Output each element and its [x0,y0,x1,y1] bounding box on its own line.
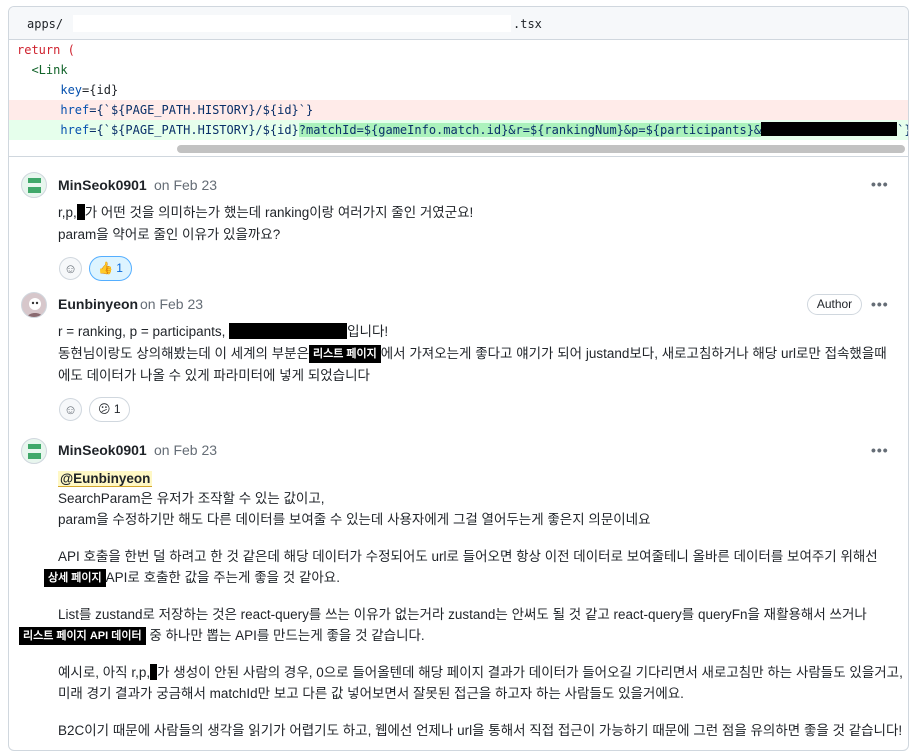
comment-body-line: 에도 데이터가 나올 수 있게 파라미터에 넣게 되었습니다 [58,368,370,383]
comment-author[interactable]: MinSeok0901 [58,442,147,458]
code-attr: href [60,123,90,137]
add-reaction-icon[interactable]: ☺ [59,398,82,421]
more-options-icon[interactable]: ••• [871,442,889,458]
redacted-block [229,323,348,339]
code-line: key={id} [9,80,908,100]
reaction-confused[interactable]: 😕 1 [89,397,130,422]
comment-body-line: API 호출을 한번 덜 하려고 한 것 같은데 해당 데이터가 수정되어도 u… [58,549,878,564]
divider [9,156,908,157]
avatar[interactable] [21,292,47,318]
comment-body-line: @Eunbinyeon [58,468,153,490]
code-line: return ( [9,40,908,60]
reaction-thumbs-up[interactable]: 👍 1 [89,256,132,281]
comment-body-line: 예시로, 아직 r,p, 가 생성이 안된 사람의 경우, 0으로 들어올텐데 해… [58,664,903,680]
comment-body-line: r = ranking, p = participants, 입니다! [58,323,389,339]
avatar[interactable] [21,172,47,198]
code-text: ={id} [82,83,119,97]
comment-body-line: List를 zustand로 저장하는 것은 react-query를 쓰는 이… [58,607,867,622]
user-mention[interactable]: @Eunbinyeon [58,471,153,487]
code-attr: key [60,83,83,97]
file-header: apps/ .tsx [9,7,908,40]
more-options-icon[interactable]: ••• [871,296,889,312]
reaction-count: 1 [116,261,123,275]
comment-body-line: r,p, 가 어떤 것을 의미하는가 했는데 ranking이랑 여러가지 줄인 … [58,204,474,220]
comment-body-line: SearchParam은 유저가 조작할 수 있는 값이고, [58,491,325,506]
file-path-redacted [73,15,511,32]
code-line: <Link [9,60,908,80]
code-text: return ( [17,43,75,57]
comment-body-line: 리스트 페이지 API 데이터 중 하나만 뽑는 API를 만드는게 좋을 것 … [19,625,425,647]
code-text: ={`${PAGE_PATH.HISTORY}/${id} [89,123,299,137]
avatar[interactable] [21,438,47,464]
code-added-text: ?matchId=${gameInfo.match.id}&r=${rankin… [298,123,762,137]
comment-body-line: 미래 경기 결과가 궁금해서 matchId만 보고 다른 값 넣어보면서 잘못… [58,686,684,701]
comment-date[interactable]: on Feb 23 [154,177,217,193]
code-text: <Link [17,63,68,77]
label-chip: 리스트 페이지 [308,345,381,363]
redacted-block [76,204,85,220]
redacted-block [761,122,898,136]
file-path-suffix[interactable]: .tsx [513,17,542,31]
comment-author[interactable]: Eunbinyeon [58,296,138,312]
horizontal-scrollbar[interactable] [177,145,905,153]
reaction-count: 1 [113,402,121,416]
review-thread-panel: apps/ .tsx return ( <Link key={id} href=… [8,6,909,751]
author-badge: Author [807,294,862,315]
label-chip: 리스트 페이지 API 데이터 [19,627,146,645]
comment-body-line: 동현님이랑도 상의해봤는데 이 세계의 부분은 리스트 페이지 에서 가져오는게 좋… [58,345,887,363]
code-attr: href [60,103,90,117]
more-options-icon[interactable]: ••• [871,176,889,192]
comment-author[interactable]: MinSeok0901 [58,177,147,193]
code-line-added: href={`${PAGE_PATH.HISTORY}/${id}?matchI… [9,120,908,140]
label-chip: 상세 페이지 [44,569,106,587]
comment-body-line: 상세 페이지 API로 호출한 값을 주는게 좋을 것 같아요. [44,567,340,589]
code-text: ={`${PAGE_PATH.HISTORY}/${id}`} [89,103,314,117]
comment-date[interactable]: on Feb 23 [154,442,217,458]
comment-body-line: param을 수정하기만 해도 다른 데이터를 보여줄 수 있는데 사용자에게 … [58,512,651,527]
add-reaction-icon[interactable]: ☺ [59,257,82,280]
comment-body-line: B2C이기 때문에 사람들의 생각을 읽기가 어렵기도 하고, 웹에선 언제나 … [58,723,903,738]
code-diff: return ( <Link key={id} href={`${PAGE_PA… [9,40,908,156]
code-text: `} [897,123,908,137]
file-path-prefix[interactable]: apps/ [27,17,63,31]
code-line-removed: href={`${PAGE_PATH.HISTORY}/${id}`} [9,100,908,120]
comment-date[interactable]: on Feb 23 [140,296,203,312]
comment-body-line: param을 약어로 줄인 이유가 있을까요? [58,227,281,242]
